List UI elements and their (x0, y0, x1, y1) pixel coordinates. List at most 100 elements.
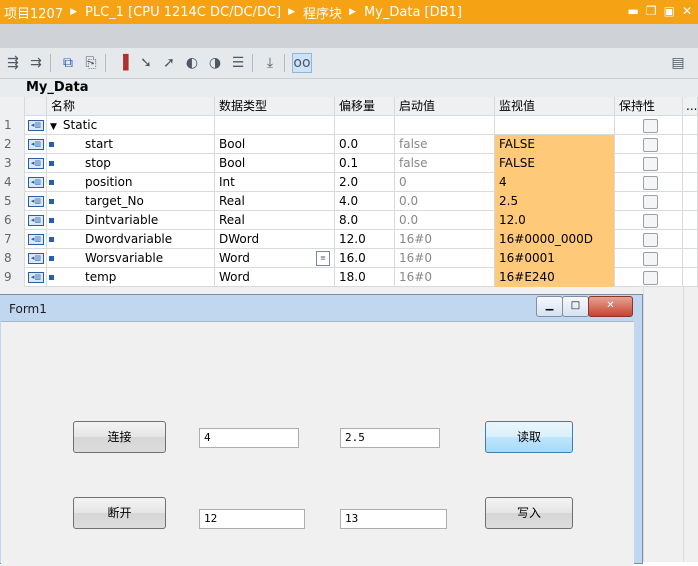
type-cell[interactable]: Bool (215, 135, 335, 154)
start-value-cell[interactable]: 16#0 (395, 230, 495, 249)
list-icon[interactable]: ☰ (228, 53, 248, 73)
type-cell[interactable]: Word (215, 268, 335, 287)
start-value-cell[interactable]: 0.0 (395, 192, 495, 211)
step-forward-icon[interactable]: ◑ (205, 53, 225, 73)
keep-actual-icon[interactable]: ⤓ (260, 53, 280, 73)
name-cell[interactable]: temp (47, 268, 215, 287)
textbox-position[interactable]: 4 (199, 428, 299, 448)
retain-checkbox[interactable] (643, 176, 658, 190)
data-type: Bool (219, 137, 246, 151)
maximize-icon[interactable]: ▣ (664, 3, 675, 19)
collapse-icon[interactable]: ➚ (159, 53, 179, 73)
table-row[interactable]: 6 ◂▥ Dintvariable Real 8.0 0.0 12.0 (0, 211, 698, 230)
retain-checkbox[interactable] (643, 252, 658, 266)
disconnect-button[interactable]: 断开 (73, 497, 166, 529)
retain-checkbox[interactable] (643, 233, 658, 247)
column-header-retain[interactable]: 保持性 (615, 97, 683, 116)
variable-name: Worsvariable (85, 251, 164, 265)
column-header-more[interactable]: ... (683, 97, 698, 116)
retain-checkbox[interactable] (643, 138, 658, 152)
restore-icon[interactable]: ❐ (646, 3, 657, 19)
close-icon[interactable]: ✕ (682, 3, 692, 19)
type-cell[interactable]: Real (215, 211, 335, 230)
textbox-dint[interactable]: 12 (199, 509, 305, 529)
load-start-values-icon[interactable]: ▐ (113, 53, 133, 73)
type-cell[interactable]: DWord (215, 230, 335, 249)
column-header-offset[interactable]: 偏移量 (335, 97, 395, 116)
name-cell[interactable]: Dintvariable (47, 211, 215, 230)
table-row-static[interactable]: 1 ◂▥ ▼ Static (0, 116, 698, 135)
textbox-target[interactable]: 2.5 (340, 428, 440, 448)
connect-button[interactable]: 连接 (73, 421, 166, 453)
maximize-icon[interactable]: □ (562, 296, 589, 317)
retain-checkbox[interactable] (643, 157, 658, 171)
start-value-cell[interactable]: 0.0 (395, 211, 495, 230)
block-title: My_Data (0, 79, 698, 97)
monitor-value-cell: FALSE (495, 154, 615, 173)
member-dot-icon (49, 237, 54, 242)
name-cell[interactable]: stop (47, 154, 215, 173)
db-row-icon: ◂▥ (25, 268, 47, 287)
read-button[interactable]: 读取 (485, 421, 573, 453)
db-tag-icon: ◂▥ (28, 196, 44, 207)
table-row[interactable]: 5 ◂▥ target_No Real 4.0 0.0 2.5 (0, 192, 698, 211)
offset-cell: 16.0 (335, 249, 395, 268)
name-cell: ▼ Static (47, 116, 215, 135)
type-picker-icon[interactable]: ≡ (316, 251, 330, 266)
name-cell[interactable]: Worsvariable (47, 249, 215, 268)
retain-cell (615, 230, 683, 249)
start-value-cell[interactable]: 16#0 (395, 249, 495, 268)
breadcrumb-db[interactable]: My_Data [DB1] (364, 5, 462, 20)
table-row[interactable]: 9 ◂▥ temp Word 18.0 16#0 16#E240 (0, 268, 698, 287)
expand-icon[interactable]: ➘ (136, 53, 156, 73)
type-cell[interactable]: Bool (215, 154, 335, 173)
name-cell[interactable]: position (47, 173, 215, 192)
retain-checkbox[interactable] (643, 195, 658, 209)
close-icon[interactable]: ✕ (588, 296, 633, 317)
data-type: Real (219, 213, 245, 227)
type-cell[interactable]: Int (215, 173, 335, 192)
copy-snapshot-icon[interactable]: ⎘ (81, 53, 101, 73)
overview-icon[interactable]: ▤ (668, 53, 688, 73)
write-button[interactable]: 写入 (485, 497, 573, 529)
name-cell[interactable]: start (47, 135, 215, 154)
grid-line (643, 287, 644, 562)
table-row[interactable]: 7 ◂▥ Dwordvariable DWord 12.0 16#0 16#00… (0, 230, 698, 249)
db-tag-icon: ◂▥ (28, 253, 44, 264)
add-row-icon[interactable]: ⇉ (26, 53, 46, 73)
breadcrumb-plc[interactable]: PLC_1 [CPU 1214C DC/DC/DC] ▶ (85, 5, 303, 20)
variable-name: target_No (85, 194, 144, 208)
minimize-icon[interactable]: ▬ (627, 3, 638, 19)
monitor-value-cell (495, 116, 615, 135)
table-row[interactable]: 4 ◂▥ position Int 2.0 0 4 (0, 173, 698, 192)
monitor-glasses-icon[interactable]: oo (292, 53, 312, 73)
column-header-name[interactable]: 名称 (47, 97, 215, 116)
start-value-cell[interactable]: false (395, 135, 495, 154)
name-cell[interactable]: target_No (47, 192, 215, 211)
db-tag-icon: ◂▥ (28, 272, 44, 283)
column-header-start-value[interactable]: 启动值 (395, 97, 495, 116)
retain-checkbox[interactable] (643, 271, 658, 285)
breadcrumb-project[interactable]: 项目1207 ▶ (0, 3, 85, 22)
insert-row-icon[interactable]: ⇶ (3, 53, 23, 73)
table-row[interactable]: 3 ◂▥ stop Bool 0.1 false FALSE (0, 154, 698, 173)
retain-cell (615, 154, 683, 173)
type-cell[interactable]: Real (215, 192, 335, 211)
snapshot-icon[interactable]: ⧉ (58, 53, 78, 73)
start-value-cell[interactable]: 0 (395, 173, 495, 192)
table-row[interactable]: 2 ◂▥ start Bool 0.0 false FALSE (0, 135, 698, 154)
name-cell[interactable]: Dwordvariable (47, 230, 215, 249)
start-value-cell[interactable]: false (395, 154, 495, 173)
column-header-type[interactable]: 数据类型 (215, 97, 335, 116)
retain-checkbox[interactable] (643, 214, 658, 228)
start-value-cell[interactable]: 16#0 (395, 268, 495, 287)
table-row[interactable]: 8 ◂▥ Worsvariable Word ≡ 16.0 16#0 16#000… (0, 249, 698, 268)
step-back-icon[interactable]: ◐ (182, 53, 202, 73)
collapse-arrow-icon[interactable]: ▼ (50, 118, 57, 135)
minimize-icon[interactable]: ▁ (536, 296, 563, 317)
column-header-monitor-value[interactable]: 监视值 (495, 97, 615, 116)
textbox-dword[interactable]: 13 (340, 509, 447, 529)
breadcrumb-program-blocks[interactable]: 程序块 ▶ (303, 3, 364, 22)
type-cell[interactable]: Word ≡ (215, 249, 335, 268)
retain-checkbox[interactable] (643, 119, 658, 133)
